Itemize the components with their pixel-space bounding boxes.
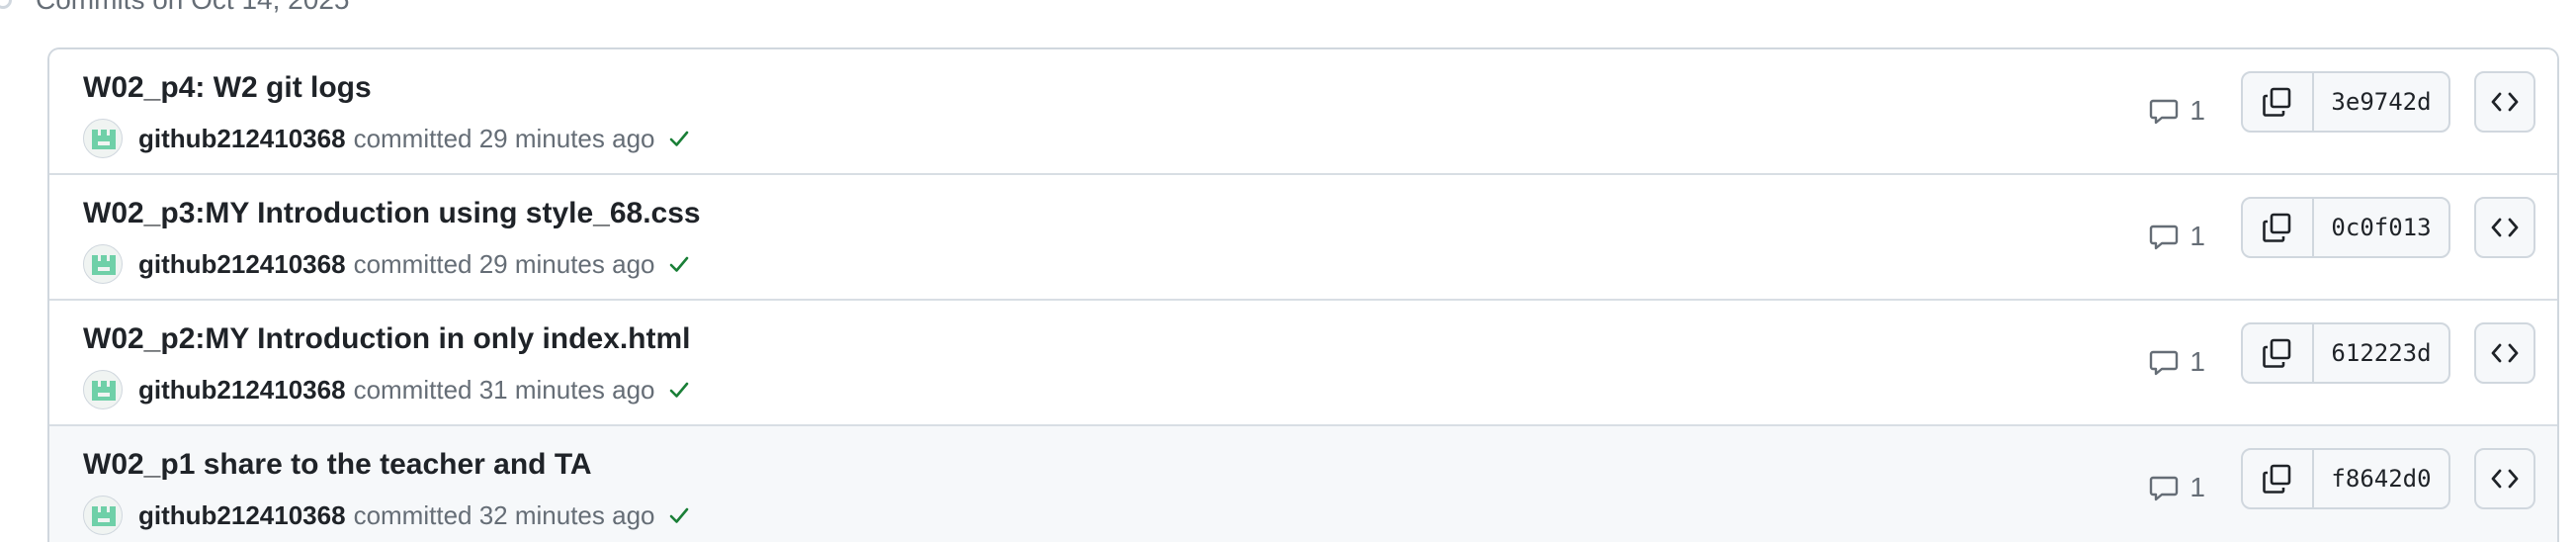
comment-count: 1 — [2190, 346, 2205, 377]
check-icon[interactable] — [667, 378, 691, 402]
check-icon[interactable] — [667, 127, 691, 150]
copy-icon — [2263, 87, 2291, 117]
comment-icon — [2150, 476, 2179, 501]
commit-title-link[interactable]: W02_p1 share to the teacher and TA — [83, 448, 592, 482]
committed-time: committed 31 minutes ago — [353, 374, 655, 405]
comments-link[interactable]: 1 — [2148, 468, 2205, 507]
commit-title-link[interactable]: W02_p2:MY Introduction in only index.htm… — [83, 322, 690, 356]
sha-button-group: f8642d0 — [2241, 448, 2450, 509]
comment-icon — [2150, 99, 2179, 125]
commit-group-date: Commits on Oct 14, 2025 — [36, 0, 349, 16]
commit-title-link[interactable]: W02_p4: W2 git logs — [83, 71, 372, 105]
comment-icon — [2150, 350, 2179, 376]
author-link[interactable]: github212410368 — [138, 124, 346, 154]
identicon-icon — [92, 130, 116, 149]
author-avatar[interactable] — [83, 244, 123, 284]
code-icon — [2491, 469, 2519, 489]
commit-meta: github212410368 committed 29 minutes ago — [83, 244, 691, 284]
commit-row: W02_p3:MY Introduction using style_68.cs… — [49, 175, 2557, 301]
commit-row: W02_p4: W2 git logs github212410368 comm… — [49, 49, 2557, 175]
commit-list: W02_p4: W2 git logs github212410368 comm… — [47, 47, 2559, 542]
committed-time: committed 29 minutes ago — [353, 123, 655, 153]
comment-count: 1 — [2190, 472, 2205, 502]
comment-icon — [2150, 225, 2179, 250]
check-icon[interactable] — [667, 503, 691, 527]
author-avatar[interactable] — [83, 119, 123, 158]
commit-meta: github212410368 committed 29 minutes ago — [83, 119, 691, 158]
copy-icon — [2263, 464, 2291, 494]
commit-sha-link[interactable]: f8642d0 — [2314, 450, 2448, 507]
sha-button-group: 612223d — [2241, 322, 2450, 384]
identicon-icon — [92, 506, 116, 526]
committed-time: committed 29 minutes ago — [353, 248, 655, 279]
copy-sha-button[interactable] — [2243, 450, 2314, 507]
copy-icon — [2263, 338, 2291, 368]
commit-meta: github212410368 committed 31 minutes ago — [83, 370, 691, 409]
identicon-icon — [92, 381, 116, 401]
copy-icon — [2263, 213, 2291, 242]
commit-sha-link[interactable]: 3e9742d — [2314, 73, 2448, 131]
commit-sha-link[interactable]: 0c0f013 — [2314, 199, 2448, 256]
commit-meta: github212410368 committed 32 minutes ago — [83, 496, 691, 535]
author-link[interactable]: github212410368 — [138, 249, 346, 280]
commit-row: W02_p1 share to the teacher and TA githu… — [49, 426, 2557, 542]
committed-time: committed 32 minutes ago — [353, 499, 655, 530]
identicon-icon — [92, 255, 116, 275]
author-link[interactable]: github212410368 — [138, 375, 346, 406]
commit-title-link[interactable]: W02_p3:MY Introduction using style_68.cs… — [83, 197, 701, 230]
commit-group-header: Commits on Oct 14, 2025 — [0, 0, 349, 18]
copy-sha-button[interactable] — [2243, 199, 2314, 256]
copy-sha-button[interactable] — [2243, 73, 2314, 131]
timeline-bullet — [0, 0, 12, 9]
browse-repo-button[interactable] — [2474, 71, 2535, 133]
author-avatar[interactable] — [83, 370, 123, 409]
check-icon[interactable] — [667, 252, 691, 276]
sha-button-group: 0c0f013 — [2241, 197, 2450, 258]
browse-repo-button[interactable] — [2474, 322, 2535, 384]
browse-repo-button[interactable] — [2474, 448, 2535, 509]
comment-count: 1 — [2190, 221, 2205, 251]
copy-sha-button[interactable] — [2243, 324, 2314, 382]
code-icon — [2491, 343, 2519, 363]
author-link[interactable]: github212410368 — [138, 500, 346, 531]
commit-row: W02_p2:MY Introduction in only index.htm… — [49, 301, 2557, 426]
code-icon — [2491, 92, 2519, 112]
commits-page: Commits on Oct 14, 2025 W02_p4: W2 git l… — [0, 0, 2576, 542]
commit-sha-link[interactable]: 612223d — [2314, 324, 2448, 382]
author-avatar[interactable] — [83, 496, 123, 535]
comments-link[interactable]: 1 — [2148, 342, 2205, 382]
code-icon — [2491, 218, 2519, 237]
sha-button-group: 3e9742d — [2241, 71, 2450, 133]
comments-link[interactable]: 1 — [2148, 217, 2205, 256]
comment-count: 1 — [2190, 95, 2205, 126]
comments-link[interactable]: 1 — [2148, 91, 2205, 131]
browse-repo-button[interactable] — [2474, 197, 2535, 258]
